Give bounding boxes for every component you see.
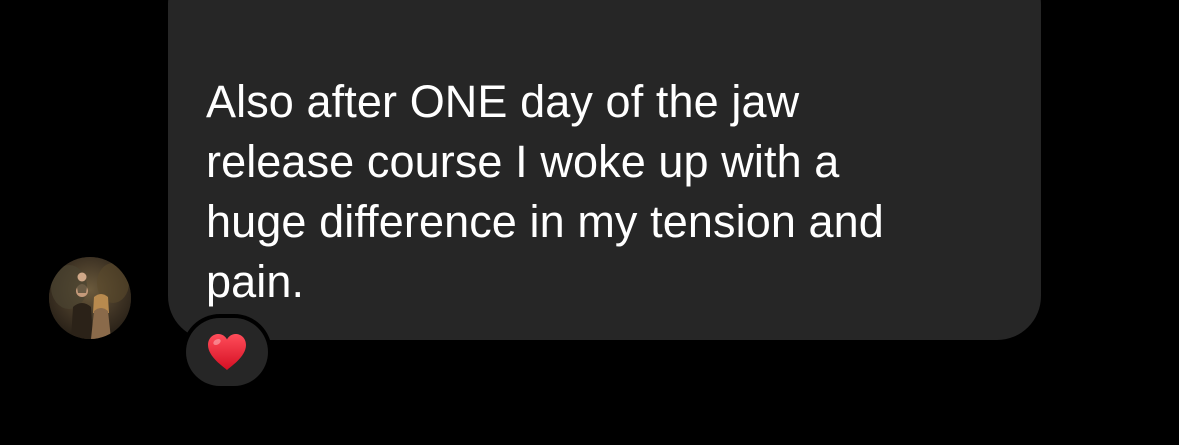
avatar[interactable] <box>49 257 131 339</box>
profile-photo <box>49 257 131 339</box>
reaction-badge[interactable] <box>182 314 272 390</box>
red-heart-icon <box>208 334 246 370</box>
message-text: Also after ONE day of the jaw release co… <box>206 76 884 307</box>
reaction-badge-inner <box>186 318 268 386</box>
